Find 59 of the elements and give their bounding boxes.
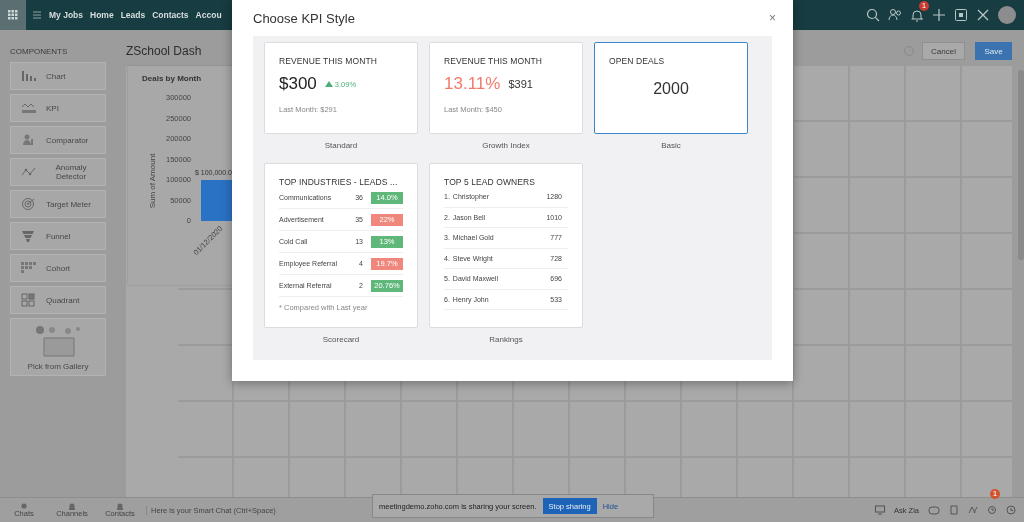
bar-chart-icon — [21, 69, 37, 83]
nav-link[interactable]: My Jobs — [49, 10, 83, 20]
target-icon — [21, 197, 37, 211]
bell-icon[interactable] — [910, 8, 924, 22]
up-triangle-icon — [324, 81, 333, 87]
component-button[interactable]: Quadrant — [10, 286, 106, 314]
kpi-heading: TOP INDUSTRIES - LEADS ... — [279, 177, 399, 187]
component-button[interactable]: Anomaly Detector — [10, 158, 106, 186]
component-button[interactable]: Chart — [10, 62, 106, 90]
component-button[interactable]: Cohort — [10, 254, 106, 282]
section-heading: COMPONENTS — [10, 47, 69, 56]
cancel-button[interactable]: Cancel — [922, 42, 965, 60]
kpi-heading: TOP 5 LEAD OWNERS — [444, 177, 537, 187]
component-button[interactable]: KPI — [10, 94, 106, 122]
dialog-title: Choose KPI Style — [253, 10, 355, 26]
component-button[interactable]: Pick from Gallery — [10, 318, 106, 376]
nav-link[interactable]: Home — [90, 10, 114, 20]
kpi-heading: REVENUE THIS MONTH — [279, 56, 378, 66]
menu-icon[interactable] — [33, 11, 41, 19]
component-button[interactable]: Comparator — [10, 126, 106, 154]
app-grid-icon[interactable] — [8, 10, 18, 20]
chart-title: Deals by Month — [142, 74, 203, 83]
style-caption: Scorecard — [321, 335, 361, 344]
folder-drawing — [34, 323, 82, 358]
dashboard-title: ZSchool Dash — [126, 44, 202, 58]
monitor-icon[interactable] — [875, 505, 885, 515]
nav-link[interactable]: Leads — [120, 10, 146, 20]
notification-badge: 1 — [919, 1, 929, 11]
nav-link[interactable]: Accou — [195, 10, 222, 20]
component-button[interactable]: Target Meter — [10, 190, 106, 218]
kpi-heading: OPEN DEALS — [609, 56, 666, 66]
square-icon[interactable] — [954, 8, 968, 22]
line-graph-icon — [21, 101, 37, 115]
style-caption: Standard — [323, 141, 359, 150]
axis-title: Sum of Amount — [148, 153, 157, 209]
kpi-heading: REVENUE THIS MONTH — [444, 56, 543, 66]
growth-percent: 13.11% — [444, 74, 501, 94]
close-button[interactable]: × — [765, 11, 780, 25]
save-button[interactable]: Save — [975, 42, 1012, 60]
avatar[interactable] — [998, 6, 1016, 24]
kpi-style-card[interactable]: OPEN DEALS 2000 — [594, 42, 748, 134]
plus-icon[interactable] — [932, 8, 946, 22]
alarm-clock-icon[interactable] — [987, 505, 997, 515]
component-button[interactable]: Funnel — [10, 222, 106, 250]
style-caption: Growth Index — [481, 141, 531, 150]
bar[interactable] — [201, 180, 233, 221]
kpi-value: $300 — [279, 74, 317, 94]
person-icon[interactable] — [116, 502, 124, 510]
style-caption: Basic — [660, 141, 682, 150]
history-icon[interactable] — [1006, 505, 1016, 515]
grid-icon — [21, 261, 37, 275]
notification-badge: 1 — [990, 489, 1000, 499]
funnel-icon — [21, 229, 37, 243]
nav-link[interactable]: Contacts — [152, 10, 189, 20]
four-squares-icon — [21, 293, 37, 307]
kpi-value: $391 — [508, 78, 533, 90]
style-caption: Rankings — [488, 335, 524, 344]
search-icon[interactable] — [866, 8, 880, 22]
kpi-value: 2000 — [652, 80, 690, 98]
